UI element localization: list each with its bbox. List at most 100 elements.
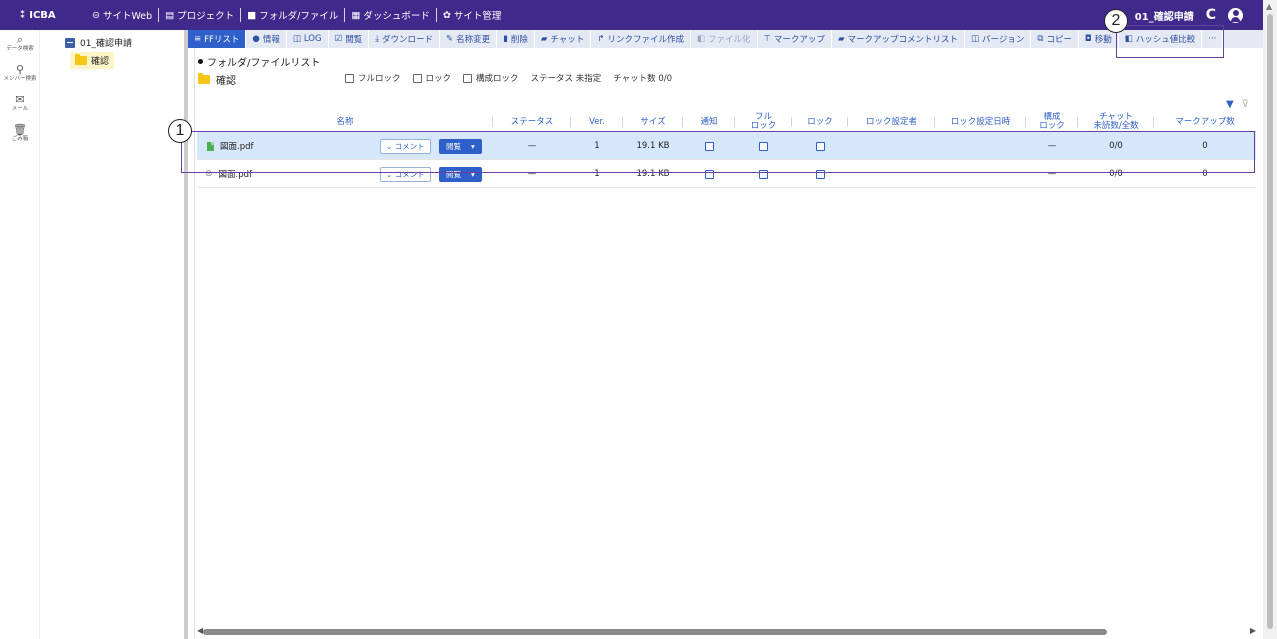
nav-label: サイト管理	[453, 11, 502, 22]
horizontal-scroll-thumb[interactable]	[203, 629, 1107, 635]
nav-divider	[435, 8, 437, 22]
file-icon: ◧	[696, 34, 705, 44]
lock-flag[interactable]: ロック	[412, 72, 451, 84]
col-status[interactable]: ステータス	[493, 112, 571, 132]
tree-item-kakunin[interactable]: 確認	[70, 52, 115, 69]
config-lock-flag[interactable]: 構成ロック	[463, 72, 519, 84]
col-label: 通知	[700, 116, 718, 127]
col-full-lock[interactable]: フル ロック	[735, 112, 792, 132]
full-lock-flag[interactable]: フルロック	[345, 72, 401, 84]
rail-label: データ検索	[6, 46, 34, 52]
app-logo[interactable]: ⁑ ICBA	[20, 10, 70, 21]
nav-site-web[interactable]: ⊝ サイトWeb	[86, 8, 158, 23]
col-chat[interactable]: チャット 未読数/全数	[1078, 112, 1154, 132]
tree-root-label: 01_確認申請	[80, 39, 132, 49]
col-lock[interactable]: ロック	[792, 112, 848, 132]
filter-controls: ▼ ⊽	[1226, 99, 1249, 110]
checkbox-icon[interactable]	[345, 73, 354, 83]
trash-icon: 🗑	[13, 123, 27, 136]
nav-label: フォルダ/ファイル	[259, 11, 339, 22]
horizontal-scrollbar[interactable]: ◀ ▶	[197, 626, 1256, 637]
tree-root-item[interactable]: 01_確認申請	[65, 36, 132, 49]
col-lock-date[interactable]: ロック設定日時	[935, 112, 1026, 132]
toolbar-label: 移動	[1094, 35, 1112, 45]
folder-icon: ■	[247, 9, 257, 21]
rail-data-search[interactable]: ⌕ データ検索	[0, 34, 40, 60]
col-markup-count[interactable]: マークアップ数	[1154, 112, 1256, 132]
tab-log[interactable]: ◫ LOG	[287, 30, 329, 48]
nav-project[interactable]: ▤ プロジェクト	[159, 8, 240, 23]
create-link-file-button[interactable]: ↱ リンクファイル作成	[591, 30, 691, 48]
move-icon: ◘	[1084, 34, 1092, 44]
list-icon: ≡	[194, 34, 202, 44]
user-avatar-icon[interactable]	[1228, 7, 1243, 23]
version-button[interactable]: ◫ バージョン	[965, 30, 1032, 48]
toolbar-label: マークアップ	[773, 35, 825, 45]
gear-icon: ✿	[442, 9, 451, 21]
comment-list-icon: ▰	[837, 34, 845, 44]
mail-icon: ✉	[15, 93, 25, 106]
col-label: ロック設定日時	[950, 116, 1011, 127]
rail-label: メンバー検索	[3, 76, 37, 82]
tab-info[interactable]: ● 情報	[246, 30, 287, 48]
col-label: ロック設定者	[865, 116, 917, 127]
col-label: ステータス	[510, 116, 554, 127]
table-header: 名称 ステータス Ver. サイズ 通知 フル ロック ロック ロック設定者 ロ…	[197, 112, 1256, 132]
clear-filter-icon[interactable]: ⊽	[1242, 99, 1249, 110]
view-button[interactable]: ☑ 閲覧	[329, 30, 370, 48]
scroll-up-icon[interactable]: ▲	[1266, 2, 1272, 11]
checkbox-icon[interactable]	[412, 73, 422, 83]
folder-flags: フルロック ロック 構成ロック ステータス 未指定 チャット数 0/0	[345, 72, 672, 84]
markup-comment-list-button[interactable]: ▰ マークアップコメントリスト	[832, 30, 965, 48]
flag-label: フルロック	[358, 74, 401, 84]
toolbar-label: FFリスト	[204, 35, 240, 45]
toolbar-label: マークアップコメントリスト	[847, 35, 958, 45]
nav-site-admin[interactable]: ✿ サイト管理	[437, 8, 507, 23]
top-nav: ⊝ サイトWeb ▤ プロジェクト ■ フォルダ/ファイル ▦ ダッシュボード …	[86, 8, 507, 22]
view-icon: ☑	[334, 34, 343, 44]
delete-button[interactable]: ▮ 削除	[497, 30, 535, 48]
col-config-lock[interactable]: 構成 ロック	[1026, 112, 1078, 132]
rail-trash[interactable]: 🗑 ごみ箱	[0, 124, 40, 150]
col-lock-setter[interactable]: ロック設定者	[848, 112, 935, 132]
current-project-label[interactable]: 01_確認申請	[1135, 8, 1194, 23]
bullet-icon	[198, 59, 203, 64]
convert-to-file-button[interactable]: ◧ ファイル化	[691, 30, 758, 48]
app-name: ICBA	[29, 9, 56, 21]
project-drawer-icon	[65, 37, 75, 48]
rail-member-search[interactable]: ⚲ メンバー検索	[0, 64, 40, 90]
toolbar-label: 閲覧	[345, 35, 363, 45]
rename-button[interactable]: ✎ 名称変更	[440, 30, 498, 48]
chat-button[interactable]: ▰ チャット	[535, 30, 592, 48]
current-folder-name: 確認	[216, 76, 236, 87]
tab-ff-list[interactable]: ≡ FFリスト	[188, 30, 247, 48]
pencil-icon: ✎	[446, 34, 454, 44]
col-version[interactable]: Ver.	[571, 112, 623, 132]
copy-button[interactable]: ⧉ コピー	[1031, 30, 1079, 48]
vertical-scrollbar[interactable]: ▲	[1263, 0, 1277, 639]
refresh-icon[interactable]: C	[1206, 7, 1216, 23]
rail-label: ごみ箱	[11, 136, 29, 142]
nav-folder-file[interactable]: ■ フォルダ/ファイル	[241, 8, 344, 23]
col-notify[interactable]: 通知	[683, 112, 735, 132]
link-icon: ⊝	[92, 9, 100, 21]
col-label: フル ロック	[750, 112, 777, 131]
col-label: サイズ	[640, 116, 666, 127]
rail-mail[interactable]: ✉ メール	[0, 94, 40, 120]
col-label: 名称	[336, 116, 354, 127]
nav-dashboard[interactable]: ▦ ダッシュボード	[345, 8, 436, 23]
filter-icon[interactable]: ▼	[1226, 99, 1234, 110]
app-logo-icon: ⁑	[20, 9, 26, 21]
markup-button[interactable]: ⊤ マークアップ	[758, 30, 832, 48]
list-title-text: フォルダ/ファイルリスト	[207, 58, 321, 69]
download-button[interactable]: ⤓ ダウンロード	[369, 30, 441, 48]
delete-icon: ▮	[503, 34, 508, 44]
scroll-right-icon[interactable]: ▶	[1250, 626, 1256, 635]
project-icon: ▤	[165, 9, 175, 21]
annotation-badge-2: 2	[1104, 9, 1128, 33]
col-name[interactable]: 名称	[197, 112, 493, 132]
col-size[interactable]: サイズ	[623, 112, 683, 132]
nav-divider	[240, 8, 242, 22]
checkbox-icon[interactable]	[463, 73, 473, 83]
vertical-scroll-thumb[interactable]	[1267, 14, 1273, 629]
